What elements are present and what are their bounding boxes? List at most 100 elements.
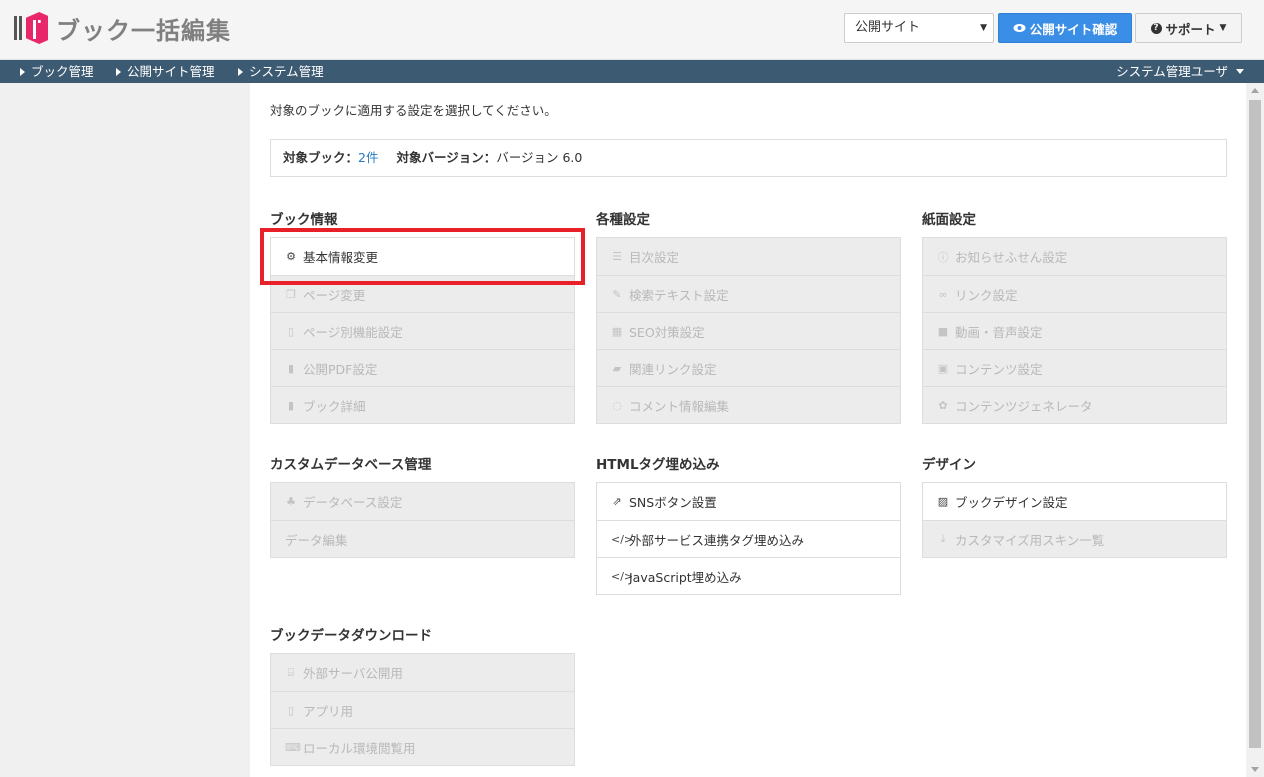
site-select-value: 公開サイト [855, 20, 921, 35]
paper-settings-list: ⓘ お知らせふせん設定 ∞ リンク設定 ■ 動画・音声設定 ▣ コンテンツ設定 ✿ コンテ… [922, 237, 1227, 424]
menu-item-label: 関連リンク設定 [629, 361, 717, 377]
menu-item-label: カスタマイズ用スキン一覧 [955, 532, 1105, 548]
nav-label: 公開サイト管理 [127, 64, 215, 79]
main-navbar: ブック管理 公開サイト管理 システム管理 システム管理ユーザ [0, 60, 1264, 83]
section-title-html-tag: HTMLタグ埋め込み [596, 457, 720, 473]
menu-item-label: 外部サーバ公開用 [303, 666, 403, 681]
caret-right-icon [238, 67, 243, 76]
design-list: ▨ ブックデザイン設定 ⤓ カスタマイズ用スキン一覧 [922, 482, 1227, 558]
menu-item-label: 基本情報変更 [303, 250, 379, 265]
user-menu[interactable]: システム管理ユーザ [1116, 60, 1244, 83]
info-icon: ⓘ [937, 250, 949, 264]
nav-item-site-management[interactable]: 公開サイト管理 [116, 60, 215, 83]
menu-item-seo: ▦ SEO対策設定 [597, 312, 900, 349]
menu-item-label: 検索テキスト設定 [629, 287, 729, 303]
section-title-design: デザイン [922, 457, 976, 473]
section-title-various: 各種設定 [596, 212, 650, 228]
target-book-count-link[interactable]: 2件 [358, 150, 378, 165]
gear-icon: ⚙ [286, 250, 296, 263]
menu-item-toc: ☰ 目次設定 [597, 238, 900, 275]
menu-item-label: ローカル環境閲覧用 [303, 740, 416, 756]
menu-item-label: 外部サービス連携タグ埋め込み [629, 532, 805, 548]
vertical-scrollbar[interactable] [1246, 83, 1264, 777]
book-info-list: ⚙ 基本情報変更 ❐ ページ変更 ▯ ページ別機能設定 ▮ 公開PDF設定 ▮ ブック詳細 [270, 237, 575, 424]
target-book-label: 対象ブック： [283, 150, 359, 165]
caret-down-icon: ▼ [1219, 23, 1227, 33]
support-button[interactable]: ? サポート ▼ [1135, 13, 1242, 43]
menu-item-db-settings: ♣ データベース設定 [271, 483, 574, 520]
menu-item-label: アプリ用 [303, 703, 354, 719]
section-title-paper: 紙面設定 [922, 212, 976, 228]
menu-item-content-settings: ▣ コンテンツ設定 [923, 349, 1226, 386]
menu-item-skin-list: ⤓ カスタマイズ用スキン一覧 [923, 520, 1226, 557]
app-title: ブック一括編集 [56, 16, 231, 45]
menu-item-label: コンテンツ設定 [955, 361, 1043, 377]
menu-item-label: コメント情報編集 [629, 398, 730, 414]
menu-item-data-edit: データ編集 [271, 520, 574, 557]
menu-item-label: データベース設定 [303, 495, 403, 510]
menu-item-label: ページ変更 [303, 287, 366, 303]
section-title-book-info: ブック情報 [270, 212, 338, 228]
nav-item-system-management[interactable]: システム管理 [238, 60, 324, 83]
menu-item-label: 公開PDF設定 [303, 361, 378, 377]
share-icon: ⇗ [612, 495, 622, 508]
menu-item-label: JavaScript埋め込み [629, 569, 742, 585]
menu-item-local: ⌨ ローカル環境閲覧用 [271, 728, 574, 765]
sidebar [0, 83, 250, 777]
instruction-text: 対象のブックに適用する設定を選択してください。 [270, 103, 557, 118]
list-icon: ☰ [612, 250, 622, 263]
scroll-up-icon[interactable] [1251, 88, 1259, 93]
logo-icon [14, 11, 48, 45]
menu-item-basic-info[interactable]: ⚙ 基本情報変更 [271, 238, 574, 275]
html-tag-list: ⇗ SNSボタン設置 </> 外部サービス連携タグ埋め込み </> JavaScrip… [596, 482, 901, 595]
menu-item-label: 動画・音声設定 [955, 324, 1043, 340]
custom-db-list: ♣ データベース設定 データ編集 [270, 482, 575, 558]
menu-item-javascript[interactable]: </> JavaScript埋め込み [597, 557, 900, 594]
chevron-down-icon: ▼ [980, 23, 987, 33]
menu-item-sns-button[interactable]: ⇗ SNSボタン設置 [597, 483, 900, 520]
menu-item-label: SNSボタン設置 [629, 495, 717, 510]
link-icon: ∞ [938, 287, 948, 301]
menu-item-label: データ編集 [285, 532, 348, 548]
app-logo[interactable]: ブック一括編集 [14, 10, 231, 46]
menu-item-external-tag[interactable]: </> 外部サービス連携タグ埋め込み [597, 520, 900, 557]
menu-item-related-links: ▰ 関連リンク設定 [597, 349, 900, 386]
scroll-down-icon[interactable] [1251, 767, 1259, 772]
menu-item-app: ▯ アプリ用 [271, 691, 574, 728]
menu-item-label: リンク設定 [955, 287, 1018, 303]
menu-item-label: お知らせふせん設定 [955, 250, 1068, 265]
file-icon: ▮ [287, 361, 295, 375]
menu-item-book-details: ▮ ブック詳細 [271, 386, 574, 423]
menu-item-page-change: ❐ ページ変更 [271, 275, 574, 312]
site-confirm-button[interactable]: 公開サイト確認 [998, 13, 1132, 43]
scroll-thumb[interactable] [1249, 100, 1261, 748]
various-settings-list: ☰ 目次設定 ✎ 検索テキスト設定 ▦ SEO対策設定 ▰ 関連リンク設定 ◌ コメント情… [596, 237, 901, 424]
laptop-icon: ⌨ [285, 740, 301, 754]
site-select[interactable]: 公開サイト ▼ [844, 13, 994, 43]
question-icon: ? [1150, 22, 1162, 34]
nav-label: ブック管理 [31, 64, 94, 79]
menu-item-label: 目次設定 [629, 250, 680, 265]
menu-item-pdf-settings: ▮ 公開PDF設定 [271, 349, 574, 386]
copy-icon: ❐ [286, 287, 296, 301]
menu-item-label: SEO対策設定 [629, 324, 705, 340]
file-icon: ▯ [287, 324, 295, 338]
site-confirm-label: 公開サイト確認 [1029, 21, 1118, 37]
image-icon: ▨ [937, 495, 949, 508]
menu-item-content-generator: ✿ コンテンツジェネレータ [923, 386, 1226, 423]
video-icon: ■ [937, 324, 949, 338]
menu-item-label: ブック詳細 [303, 398, 366, 414]
code-icon: </> [611, 532, 634, 546]
menu-item-book-design[interactable]: ▨ ブックデザイン設定 [923, 483, 1226, 520]
menu-item-comment-edit: ◌ コメント情報編集 [597, 386, 900, 423]
sitemap-icon: ♣ [286, 495, 296, 508]
nav-item-book-management[interactable]: ブック管理 [20, 60, 94, 83]
book-icon: ▰ [612, 361, 622, 375]
comment-icon: ◌ [612, 398, 622, 412]
support-label: サポート [1165, 21, 1216, 37]
download-icon: ⤓ [940, 532, 946, 545]
target-info-box: 対象ブック：2件 対象バージョン：バージョン 6.0 [270, 139, 1227, 177]
nav-label: システム管理 [249, 64, 324, 79]
server-icon: ⌸ [287, 665, 295, 679]
caret-right-icon [20, 67, 25, 76]
